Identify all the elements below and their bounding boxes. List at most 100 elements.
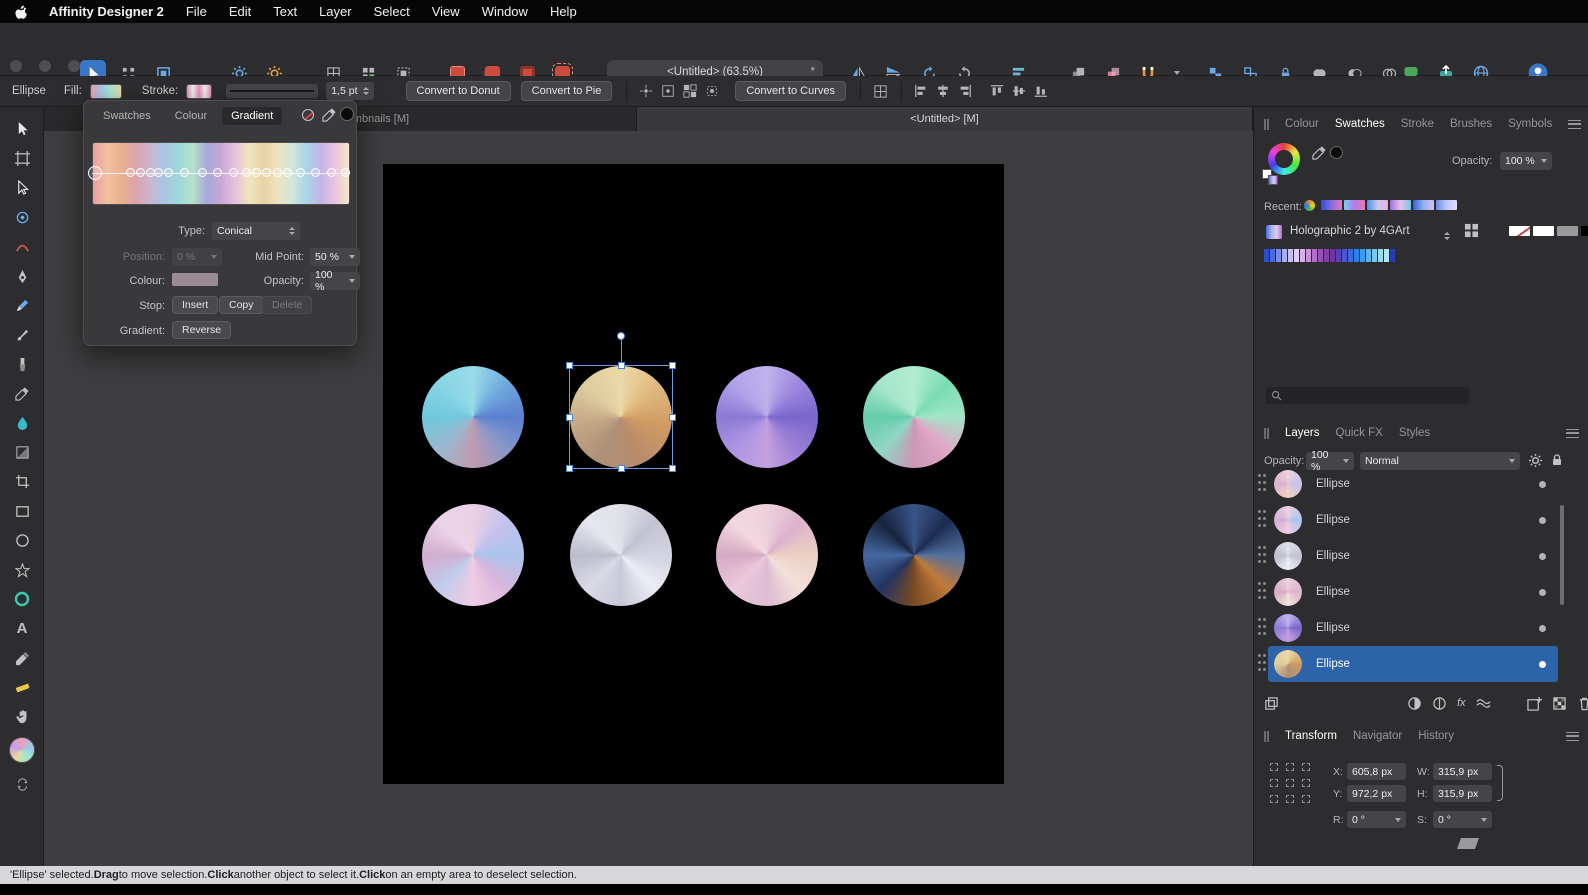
layer-visibility-toggle[interactable] [1539,552,1546,560]
swatch-chip[interactable] [1413,200,1434,210]
artboard-tool[interactable] [8,145,36,171]
swatch-chip[interactable] [1557,226,1578,236]
colour-eyedropper-icon[interactable] [1312,145,1327,160]
layer-row-3[interactable]: Ellipse [1258,538,1558,574]
gradient-stop[interactable] [295,168,305,177]
point-transform-tool[interactable] [8,204,36,230]
swatch-chip[interactable] [1321,200,1342,210]
artboard[interactable] [383,164,1004,784]
picked-colour-chip[interactable] [1330,146,1343,159]
layer-visibility-toggle[interactable] [1539,624,1546,632]
live-filter-icon[interactable] [1476,696,1491,711]
contour-tool[interactable] [8,233,36,259]
popup-tab-swatches[interactable]: Swatches [94,107,160,125]
layer-name[interactable]: Ellipse [1316,550,1350,562]
selection-handle-s[interactable] [618,465,625,472]
popup-picked-colour-chip[interactable] [340,107,354,121]
swatch-chip[interactable] [1390,200,1411,210]
menu-select[interactable]: Select [374,4,410,19]
gradient-stop[interactable] [272,168,282,177]
paint-brush-tool[interactable] [8,351,36,377]
gradient-stop[interactable] [87,166,102,180]
delete-layer-icon[interactable] [1577,696,1588,711]
midpoint-dropdown[interactable]: 50 % [310,248,360,266]
swatch-chip[interactable] [1436,200,1457,210]
panel-grip-icon[interactable] [1264,730,1269,742]
shear-mode-icon[interactable] [1456,838,1480,849]
layer-visibility-toggle[interactable] [1539,660,1546,668]
apple-menu-icon[interactable] [12,4,27,19]
layer-effects-fx-icon[interactable]: fx [1457,697,1466,709]
stop-colour-swatch[interactable] [172,273,218,286]
tab-navigator[interactable]: Navigator [1353,730,1402,742]
gradient-stop[interactable] [179,168,189,177]
palette-dropdown-stepper[interactable] [1444,226,1450,240]
gradient-stop[interactable] [164,168,174,177]
menu-text[interactable]: Text [273,4,297,19]
layer-thumbnail[interactable] [1274,542,1302,570]
window-close-button[interactable] [10,60,22,72]
align-center-icon[interactable] [932,81,954,101]
star-tool[interactable] [8,557,36,583]
swatch-chip[interactable] [1270,249,1275,262]
tab-symbols[interactable]: Symbols [1508,118,1552,130]
gradient-stop[interactable] [241,168,251,177]
swatch-chip[interactable] [1384,249,1389,262]
tab-styles[interactable]: Styles [1399,427,1430,439]
pencil-tool[interactable] [8,292,36,318]
layer-thumbnail[interactable] [1274,578,1302,606]
swatch-chip[interactable] [1533,226,1554,236]
align-middle-icon[interactable] [1008,81,1030,101]
ellipse-tool[interactable] [8,527,36,553]
layer-thumbnail[interactable] [1274,614,1302,642]
menu-window[interactable]: Window [482,4,528,19]
panel-grip-icon[interactable] [1264,118,1269,130]
tab-swatches[interactable]: Swatches [1335,118,1385,130]
artistic-text-tool[interactable]: A [8,615,36,641]
link-width-height-icon[interactable] [1497,765,1503,801]
fill-tool[interactable] [8,409,36,435]
selection-handle-ne[interactable] [669,362,676,369]
gradient-stop[interactable] [311,168,321,177]
layer-drag-handle-icon[interactable] [1258,589,1261,592]
layer-visibility-toggle[interactable] [1539,480,1546,488]
tab-history[interactable]: History [1418,730,1454,742]
layer-drag-handle-icon[interactable] [1258,481,1261,484]
window-minimize-button[interactable] [39,60,51,72]
add-layer-icon[interactable] [1526,696,1542,711]
layer-drag-handle-icon[interactable] [1258,553,1261,556]
gradient-stop[interactable] [136,168,146,177]
selection-handle-nw[interactable] [566,362,573,369]
tab-layers[interactable]: Layers [1285,427,1320,439]
stop-opacity-dropdown[interactable]: 100 % [310,269,360,293]
layer-thumbnail[interactable] [1274,506,1302,534]
rotation-field[interactable]: 0 ° [1347,811,1406,828]
ellipse-object-6[interactable] [570,504,672,606]
selection-handle-n[interactable] [618,362,625,369]
transform-anchor-selector[interactable] [1270,763,1310,803]
layer-drag-handle-icon[interactable] [1258,517,1261,520]
current-fill-indicator[interactable] [9,737,35,763]
swatch-search-field[interactable] [1266,387,1469,404]
gradient-stop[interactable] [197,168,207,177]
swatch-chip[interactable] [1581,226,1588,236]
layer-row-1[interactable]: Ellipse [1258,466,1558,502]
layers-scrollbar[interactable] [1560,505,1564,605]
edit-all-layers-icon[interactable] [1264,696,1279,711]
panel-menu-icon[interactable] [1568,119,1582,129]
view-hand-tool[interactable] [8,703,36,729]
layer-drag-handle-icon[interactable] [1258,625,1261,628]
layer-row-4[interactable]: Ellipse [1258,574,1558,610]
type-dropdown[interactable]: Conical [212,222,300,240]
swatch-chip[interactable] [1330,249,1335,262]
swatch-chip[interactable] [1348,249,1353,262]
tab-brushes[interactable]: Brushes [1450,118,1492,130]
menu-edit[interactable]: Edit [229,4,251,19]
transparency-tool[interactable] [8,439,36,465]
layer-row-6-selected[interactable]: Ellipse [1258,646,1558,682]
shear-field[interactable]: 0 ° [1433,811,1492,828]
rotation-handle[interactable] [617,332,625,340]
y-field[interactable]: 972,2 px [1347,785,1406,802]
swatch-chip[interactable] [1264,249,1269,262]
panel-grip-icon[interactable] [1264,427,1269,439]
